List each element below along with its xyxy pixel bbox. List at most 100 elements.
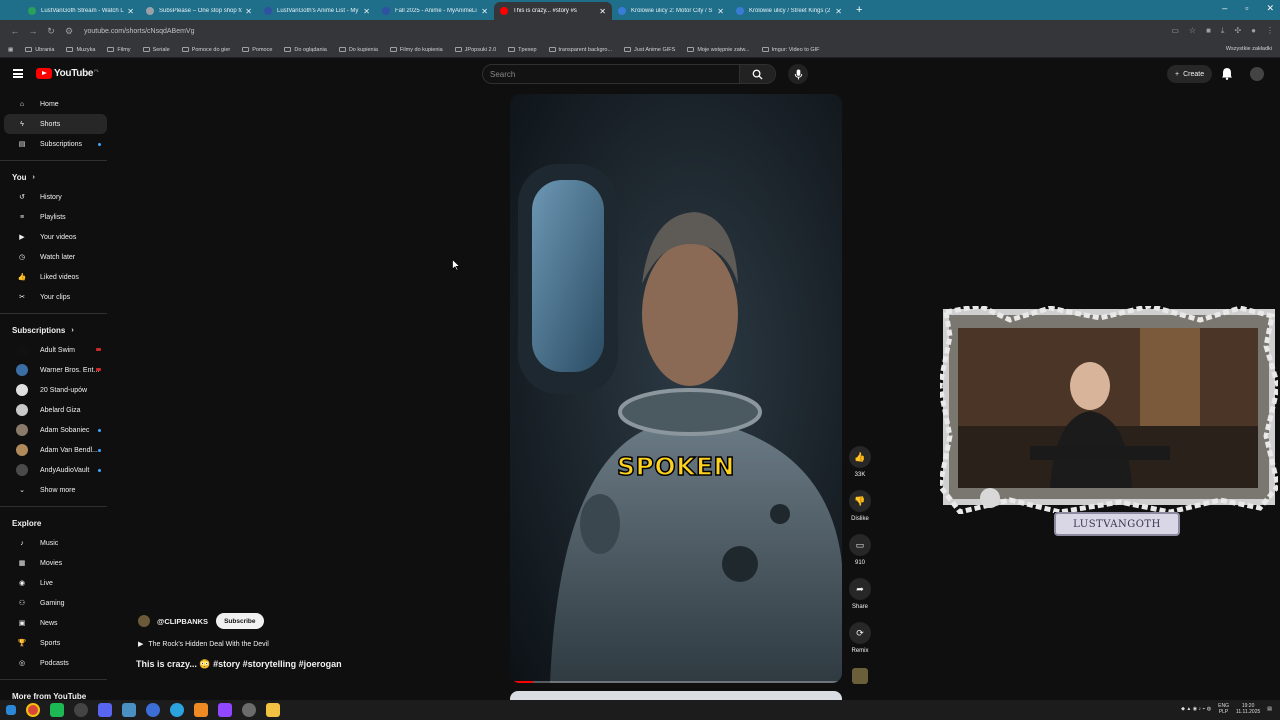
sidebar-item-sports[interactable]: 🏆 Sports — [4, 633, 107, 653]
tab-close-icon[interactable]: ✕ — [481, 7, 488, 16]
like-icon[interactable]: 👍 — [849, 446, 871, 468]
bookmark-item[interactable]: Moje wstępnie zatw... — [687, 47, 750, 53]
back-icon[interactable]: ← — [6, 26, 24, 36]
sidebar-item-history[interactable]: ↺ History — [4, 187, 107, 207]
sidebar-item-music[interactable]: ♪ Music — [4, 533, 107, 553]
action-share[interactable]: ➦ Share — [842, 578, 878, 622]
sidebar-item-playlists[interactable]: ≡ Playlists — [4, 207, 107, 227]
spotify-app-icon[interactable] — [50, 703, 64, 717]
sidebar-item-adam-sobaniec[interactable]: Adam Sobaniec — [4, 420, 107, 440]
sidebar-item-your-videos[interactable]: ▶ Your videos — [4, 227, 107, 247]
globe-app-icon[interactable] — [146, 703, 160, 717]
sidebar-item-subscriptions[interactable]: ▤ Subscriptions — [4, 134, 107, 154]
extension-icon[interactable]: ■ — [1206, 26, 1211, 36]
bookmark-item[interactable]: Do oglądania — [284, 47, 327, 53]
bookmark-item[interactable]: Filmy — [107, 47, 131, 53]
share-icon[interactable]: ➦ — [849, 578, 871, 600]
tray-icons[interactable]: ◆ ▲ ◉ ♪ ⌁ ◍ — [1181, 706, 1211, 712]
sidebar-item-gaming[interactable]: ⚇ Gaming — [4, 593, 107, 613]
sidebar-item-watch-later[interactable]: ◷ Watch later — [4, 247, 107, 267]
browser-tab[interactable]: LustVanGoth Stream - Watch L ✕ — [22, 2, 140, 20]
all-bookmarks[interactable]: Wszystkie zakładki — [1226, 46, 1272, 52]
url-field[interactable]: youtube.com/shorts/cNsqdABemVg — [84, 28, 1171, 35]
bookmark-star-icon[interactable]: ☆ — [1189, 26, 1196, 36]
tab-close-icon[interactable]: ✕ — [363, 7, 370, 16]
account-avatar[interactable] — [1250, 67, 1264, 81]
sidebar-item-abelard-giza[interactable]: Abelard Giza — [4, 400, 107, 420]
browser-tab[interactable]: Fall 2025 - Anime - MyAnimeLi ✕ — [376, 2, 494, 20]
voice-search-button[interactable] — [788, 64, 808, 84]
obs-app-icon[interactable] — [74, 703, 88, 717]
sidebar-item-news[interactable]: ▣ News — [4, 613, 107, 633]
tab-close-icon[interactable]: ✕ — [835, 7, 842, 16]
chrome-app-icon[interactable] — [26, 703, 40, 717]
bookmark-item[interactable]: Ubrania — [25, 47, 54, 53]
browser-tab[interactable]: SubsPlease – One stop shop fo ✕ — [140, 2, 258, 20]
sidebar-item-20-stand-up-w[interactable]: 20 Stand-upów — [4, 380, 107, 400]
new-tab-button[interactable]: + — [856, 4, 862, 16]
search-input[interactable]: Search — [490, 70, 515, 79]
download-icon[interactable]: ⤓ — [1221, 26, 1225, 36]
telegram-app-icon[interactable] — [170, 703, 184, 717]
minimize-icon[interactable]: – — [1222, 3, 1227, 14]
tray-clock[interactable]: 19:20 11.11.2025 — [1236, 703, 1260, 715]
puzzle-icon[interactable]: ✣ — [1234, 26, 1241, 36]
sidebar-section-you[interactable]: You › — [0, 167, 115, 187]
bookmark-item[interactable]: Muzyka — [66, 47, 95, 53]
discord-app-icon[interactable] — [98, 703, 112, 717]
channel-avatar[interactable] — [138, 615, 150, 627]
sidebar-item-live[interactable]: ◉ Live — [4, 573, 107, 593]
related-video-link[interactable]: ▶ The Rock's Hidden Deal With the Devil — [138, 640, 269, 649]
windows-start-icon[interactable] — [6, 705, 16, 715]
sidebar-item-adult-swim[interactable]: Adult Swim — [4, 340, 107, 360]
dislike-icon[interactable]: 👎 — [849, 490, 871, 512]
sidebar-item-adam-van-bendl[interactable]: Adam Van Bendl... — [4, 440, 107, 460]
notifications-bell-icon[interactable] — [1221, 67, 1233, 80]
sidebar-item-movies[interactable]: ▦ Movies — [4, 553, 107, 573]
forward-icon[interactable]: → — [24, 26, 42, 36]
youtube-logo[interactable]: YouTube PL — [36, 68, 99, 79]
short-video-player[interactable]: SPOKEN — [510, 94, 842, 683]
twitch-app-icon[interactable] — [218, 703, 232, 717]
install-icon[interactable]: ▭ — [1171, 26, 1179, 36]
obs-studio-app-icon[interactable] — [242, 703, 256, 717]
browser-tab[interactable]: Królowie ulicy 2: Motor City / S ✕ — [612, 2, 730, 20]
bookmark-item[interactable]: Seriale — [142, 47, 170, 53]
remix-icon[interactable]: ⟳ — [849, 622, 871, 644]
sidebar-section-subscriptions[interactable]: Subscriptions › — [0, 320, 115, 340]
bookmark-item[interactable]: transparent backgro... — [548, 47, 612, 53]
create-button[interactable]: + Create — [1167, 65, 1213, 83]
maximize-icon[interactable]: ▫ — [1245, 3, 1248, 14]
sidebar-item-podcasts[interactable]: ◎ Podcasts — [4, 653, 107, 673]
browser-menu-icon[interactable]: ⋮ — [1266, 26, 1274, 36]
calculator-app-icon[interactable] — [122, 703, 136, 717]
channel-name[interactable]: @CLIPBANKS — [157, 617, 208, 626]
action-dislike[interactable]: 👎 Dislike — [842, 490, 878, 534]
video-progress-bar[interactable] — [510, 681, 842, 683]
browser-tab[interactable]: Królowie ulicy / Street Kings (2 ✕ — [730, 2, 848, 20]
hamburger-menu-icon[interactable] — [13, 69, 23, 78]
browser-tab[interactable]: LustVanGoth's Anime List - My ✕ — [258, 2, 376, 20]
tray-language[interactable]: ENG PLP — [1218, 703, 1229, 715]
action-comments[interactable]: ▭ 910 — [842, 534, 878, 578]
tab-close-icon[interactable]: ✕ — [599, 7, 606, 16]
bookmark-item[interactable]: Just Anime GIFS — [624, 47, 675, 53]
comments-icon[interactable]: ▭ — [849, 534, 871, 556]
tab-close-icon[interactable]: ✕ — [127, 7, 134, 16]
browser-tab[interactable]: This is crazy... #story #s ✕ — [494, 2, 612, 20]
search-button[interactable] — [739, 65, 775, 83]
action-like[interactable]: 👍 33K — [842, 446, 878, 490]
tab-close-icon[interactable]: ✕ — [717, 7, 724, 16]
subscribe-button[interactable]: Subscribe — [216, 613, 264, 629]
bookmark-item[interactable]: Do kupienia — [338, 47, 378, 53]
bookmark-item[interactable]: Filmy do kupienia — [389, 47, 443, 53]
show-more-button[interactable]: ⌄ Show more — [4, 480, 107, 500]
apps-icon[interactable]: ▦ — [8, 47, 13, 53]
notification-center-icon[interactable]: ▤ — [1267, 706, 1272, 712]
sidebar-item-warner-bros-ent[interactable]: Warner Bros. Ent... — [4, 360, 107, 380]
profile-icon[interactable]: ● — [1251, 26, 1256, 36]
sidebar-item-andyaudiovault[interactable]: AndyAudioVault — [4, 460, 107, 480]
sidebar-item-shorts[interactable]: ϟ Shorts — [4, 114, 107, 134]
bookmark-item[interactable]: Imgur: Video to GIF — [761, 47, 820, 53]
bookmark-item[interactable]: JPopsuki 2.0 — [454, 47, 496, 53]
